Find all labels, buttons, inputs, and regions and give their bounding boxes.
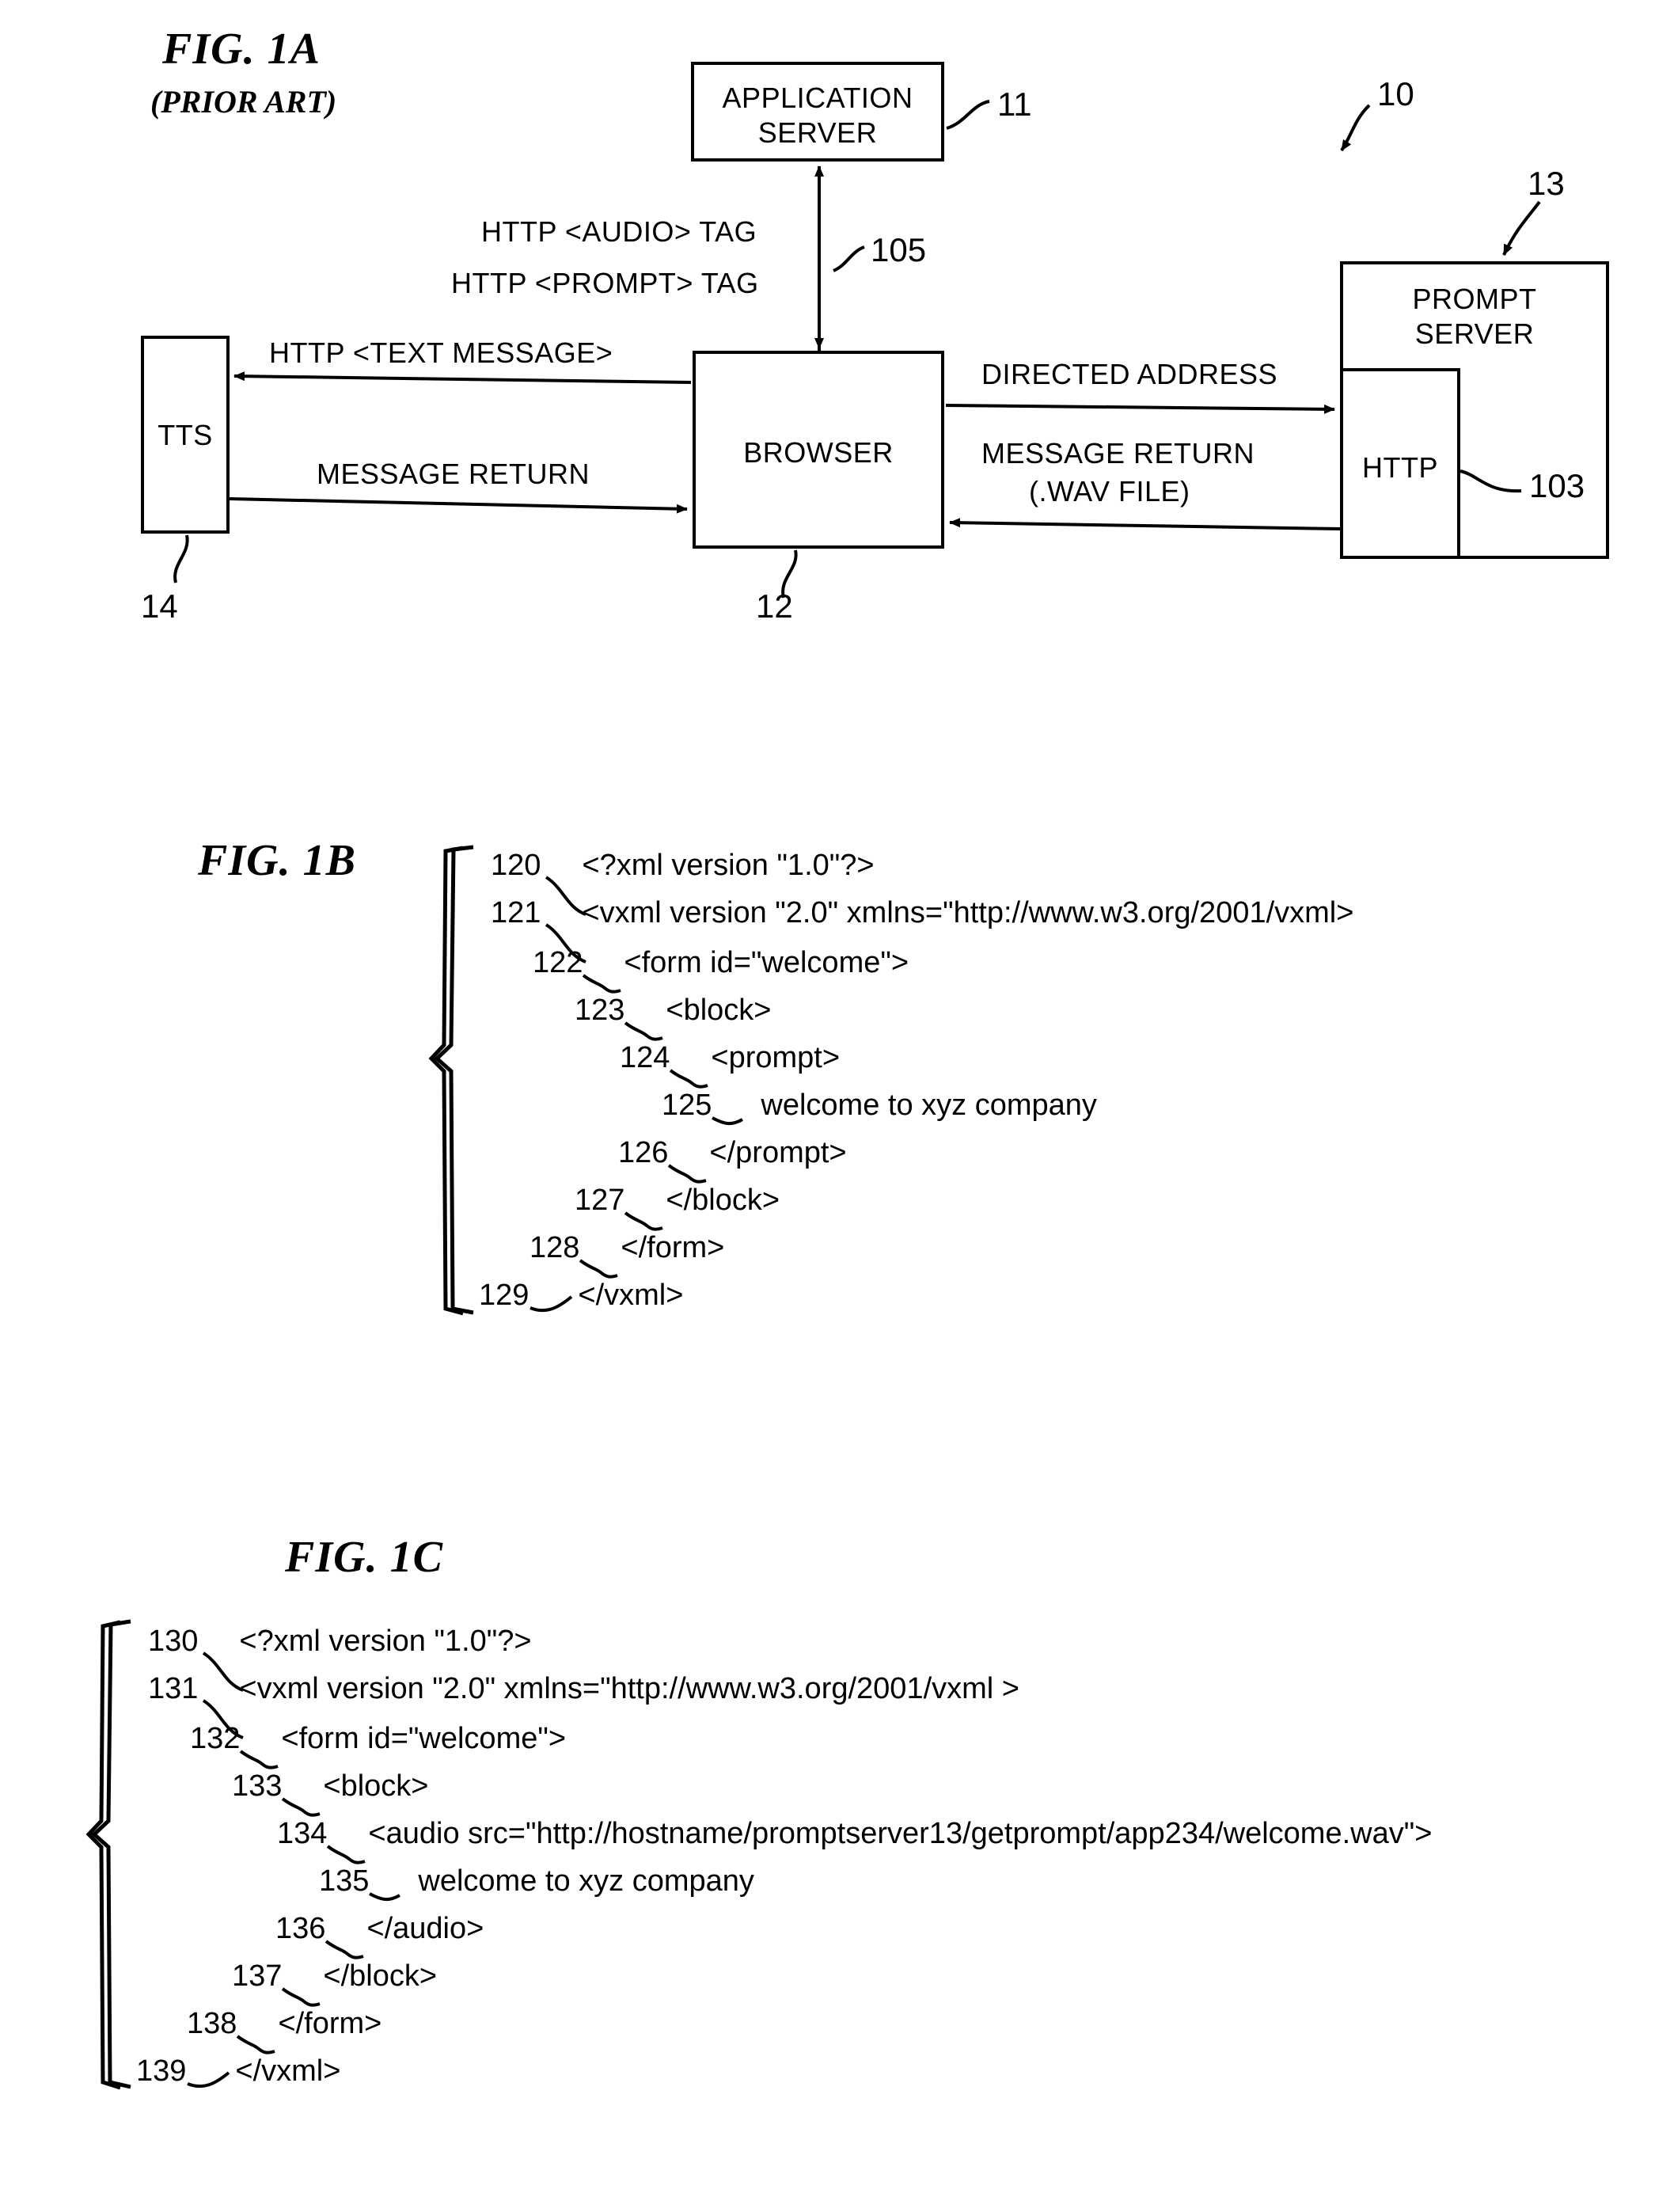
application-server-label: APPLICATION SERVER	[722, 82, 913, 149]
line-code: <vxml version "2.0" xmlns="http://www.w3…	[582, 896, 1354, 929]
flow-label-http-prompt-tag: HTTP <PROMPT> TAG	[451, 267, 759, 299]
code-line: 128 </form>	[530, 1231, 724, 1265]
line-code: <?xml version "1.0"?>	[582, 849, 875, 882]
prompt-server-label: PROMPT SERVER	[1412, 283, 1537, 350]
line-code: </form>	[278, 2007, 382, 2040]
figure-1a-title: FIG. 1A	[162, 25, 321, 74]
code-line: 135 welcome to xyz company	[319, 1864, 754, 1898]
line-number: 126	[618, 1136, 669, 1169]
ref-12: 12	[756, 587, 793, 625]
line-number: 127	[575, 1184, 625, 1217]
figure-1c-title: FIG. 1C	[285, 1533, 443, 1582]
figure-1b-title: FIG. 1B	[198, 836, 356, 885]
line-number: 139	[136, 2054, 187, 2088]
line-number: 134	[277, 1817, 328, 1850]
code-line: 121 <vxml version "2.0" xmlns="http://www…	[491, 896, 1353, 930]
code-line: 129 </vxml>	[479, 1279, 683, 1313]
flow-label-http-audio-tag: HTTP <AUDIO> TAG	[481, 215, 757, 248]
flow-label-message-return-wav-2: (.WAV FILE)	[1029, 475, 1190, 507]
ref-13: 13	[1528, 165, 1565, 202]
line-code: </prompt>	[709, 1136, 847, 1169]
ref-103: 103	[1529, 467, 1585, 504]
code-line: 127 </block>	[575, 1184, 780, 1218]
code-line: 120 <?xml version "1.0"?>	[491, 849, 875, 883]
line-number: 130	[148, 1625, 199, 1658]
line-code: welcome to xyz company	[418, 1864, 754, 1898]
line-code: <prompt>	[711, 1041, 841, 1074]
line-number: 122	[533, 946, 583, 979]
code-line: 124 <prompt>	[620, 1041, 840, 1075]
figure-1a-subtitle: (PRIOR ART)	[150, 84, 337, 120]
code-line: 126 </prompt>	[618, 1136, 847, 1170]
line-code: <form id="welcome">	[281, 1722, 567, 1755]
code-line: 134 <audio src="http://hostname/promptser…	[277, 1817, 1432, 1851]
line-number: 120	[491, 849, 541, 882]
line-number: 121	[491, 896, 541, 929]
line-code: </form>	[621, 1231, 725, 1264]
line-code: <block>	[323, 1769, 429, 1803]
code-line: 136 </audio>	[275, 1912, 484, 1946]
browser-box: BROWSER	[693, 351, 944, 549]
line-number: 135	[319, 1864, 370, 1898]
line-number: 133	[232, 1769, 283, 1803]
line-number: 124	[620, 1041, 670, 1074]
code-line: 138 </form>	[187, 2007, 381, 2041]
ref-14: 14	[141, 587, 178, 625]
flow-label-message-return-tts: MESSAGE RETURN	[317, 458, 590, 490]
flow-label-http-text-message: HTTP <TEXT MESSAGE>	[269, 336, 613, 369]
line-code: </block>	[323, 1959, 438, 1993]
line-number: 131	[148, 1672, 199, 1705]
line-number: 138	[187, 2007, 237, 2040]
line-number: 136	[275, 1912, 326, 1945]
http-subbox: HTTP	[1340, 368, 1460, 559]
ref-11: 11	[997, 86, 1032, 123]
line-code: </audio>	[366, 1912, 484, 1945]
code-line: 122 <form id="welcome">	[533, 946, 909, 980]
code-line: 123 <block>	[575, 994, 772, 1028]
ref-10: 10	[1377, 75, 1414, 112]
flow-label-message-return-wav-1: MESSAGE RETURN	[981, 437, 1255, 469]
line-number: 125	[662, 1089, 712, 1122]
line-code: <form id="welcome">	[624, 946, 909, 979]
line-code: <vxml version "2.0" xmlns="http://www.w3…	[239, 1672, 1019, 1705]
line-code: </vxml>	[235, 2054, 341, 2088]
line-code: </block>	[666, 1184, 780, 1217]
flow-label-directed-address: DIRECTED ADDRESS	[981, 358, 1278, 390]
line-code: </vxml>	[578, 1279, 684, 1312]
application-server-box: APPLICATION SERVER	[691, 62, 944, 162]
line-number: 128	[530, 1231, 580, 1264]
code-line: 130 <?xml version "1.0"?>	[148, 1625, 532, 1659]
tts-label: TTS	[158, 419, 213, 451]
ref-105: 105	[871, 231, 927, 268]
line-code: <block>	[666, 994, 772, 1027]
line-number: 132	[190, 1722, 241, 1755]
code-line: 125 welcome to xyz company	[662, 1089, 1097, 1123]
code-line: 137 </block>	[232, 1959, 437, 1993]
line-code: welcome to xyz company	[761, 1089, 1097, 1122]
line-code: <audio src="http://hostname/promptserver…	[368, 1817, 1433, 1850]
http-label: HTTP	[1362, 451, 1438, 484]
code-line: 139 </vxml>	[136, 2054, 340, 2088]
code-line: 132 <form id="welcome">	[190, 1722, 566, 1756]
code-line: 133 <block>	[232, 1769, 429, 1803]
line-code: <?xml version "1.0"?>	[239, 1625, 532, 1658]
line-number: 137	[232, 1959, 283, 1993]
line-number: 123	[575, 994, 625, 1027]
browser-label: BROWSER	[743, 436, 894, 469]
line-number: 129	[479, 1279, 530, 1312]
code-line: 131 <vxml version "2.0" xmlns="http://www…	[148, 1672, 1019, 1706]
tts-box: TTS	[141, 336, 230, 534]
